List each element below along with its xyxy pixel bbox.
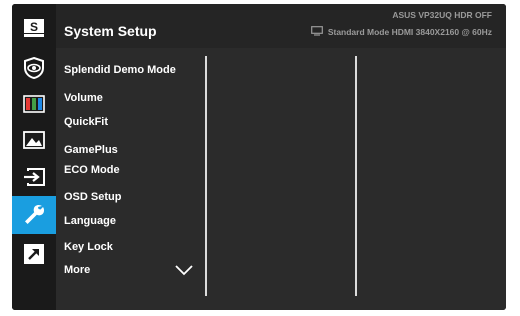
column-divider-2 bbox=[355, 56, 357, 296]
shortcut-arrow-icon bbox=[24, 244, 44, 264]
menu-item-language[interactable]: Language bbox=[64, 215, 116, 227]
sidebar-item-input-select[interactable] bbox=[12, 159, 56, 195]
menu-item-more[interactable]: More bbox=[64, 264, 90, 276]
chevron-down-icon[interactable] bbox=[174, 263, 194, 281]
color-bars-icon bbox=[23, 95, 45, 113]
model-status: ASUS VP32UQ HDR OFF bbox=[392, 10, 492, 20]
monitor-icon bbox=[310, 26, 323, 38]
splendid-s-icon: S bbox=[23, 18, 45, 38]
wrench-icon bbox=[22, 203, 46, 227]
menu-item-key-lock[interactable]: Key Lock bbox=[64, 241, 113, 253]
image-icon bbox=[23, 131, 45, 149]
svg-text:S: S bbox=[30, 20, 38, 34]
menu-item-splendid-demo-mode[interactable]: Splendid Demo Mode bbox=[64, 64, 176, 76]
sidebar-item-eye-care[interactable] bbox=[12, 50, 56, 86]
sidebar-item-color[interactable] bbox=[12, 86, 56, 122]
input-select-icon bbox=[22, 167, 46, 187]
menu-item-volume[interactable]: Volume bbox=[64, 92, 103, 104]
signal-status-text: Standard Mode HDMI 3840X2160 @ 60Hz bbox=[327, 27, 492, 37]
signal-status: Standard Mode HDMI 3840X2160 @ 60Hz bbox=[310, 26, 492, 38]
osd-window: S System Setup ASUS VP32UQ HDR OFF Stand… bbox=[12, 4, 506, 310]
page-title: System Setup bbox=[64, 23, 157, 39]
menu-item-gameplus[interactable]: GamePlus bbox=[64, 144, 118, 156]
sidebar: S bbox=[12, 4, 56, 310]
sidebar-item-shortcut[interactable] bbox=[12, 236, 56, 272]
eye-care-icon bbox=[23, 57, 45, 79]
sidebar-item-image[interactable] bbox=[12, 122, 56, 158]
sidebar-item-splendid[interactable]: S bbox=[12, 10, 56, 46]
menu-item-osd-setup[interactable]: OSD Setup bbox=[64, 191, 121, 203]
header-bar: System Setup ASUS VP32UQ HDR OFF Standar… bbox=[56, 4, 506, 48]
main-panel: System Setup ASUS VP32UQ HDR OFF Standar… bbox=[56, 4, 506, 310]
sidebar-item-system-setup[interactable] bbox=[12, 196, 56, 234]
menu-item-eco-mode[interactable]: ECO Mode bbox=[64, 164, 120, 176]
column-divider-1 bbox=[205, 56, 207, 296]
menu-item-quickfit[interactable]: QuickFit bbox=[64, 116, 108, 128]
